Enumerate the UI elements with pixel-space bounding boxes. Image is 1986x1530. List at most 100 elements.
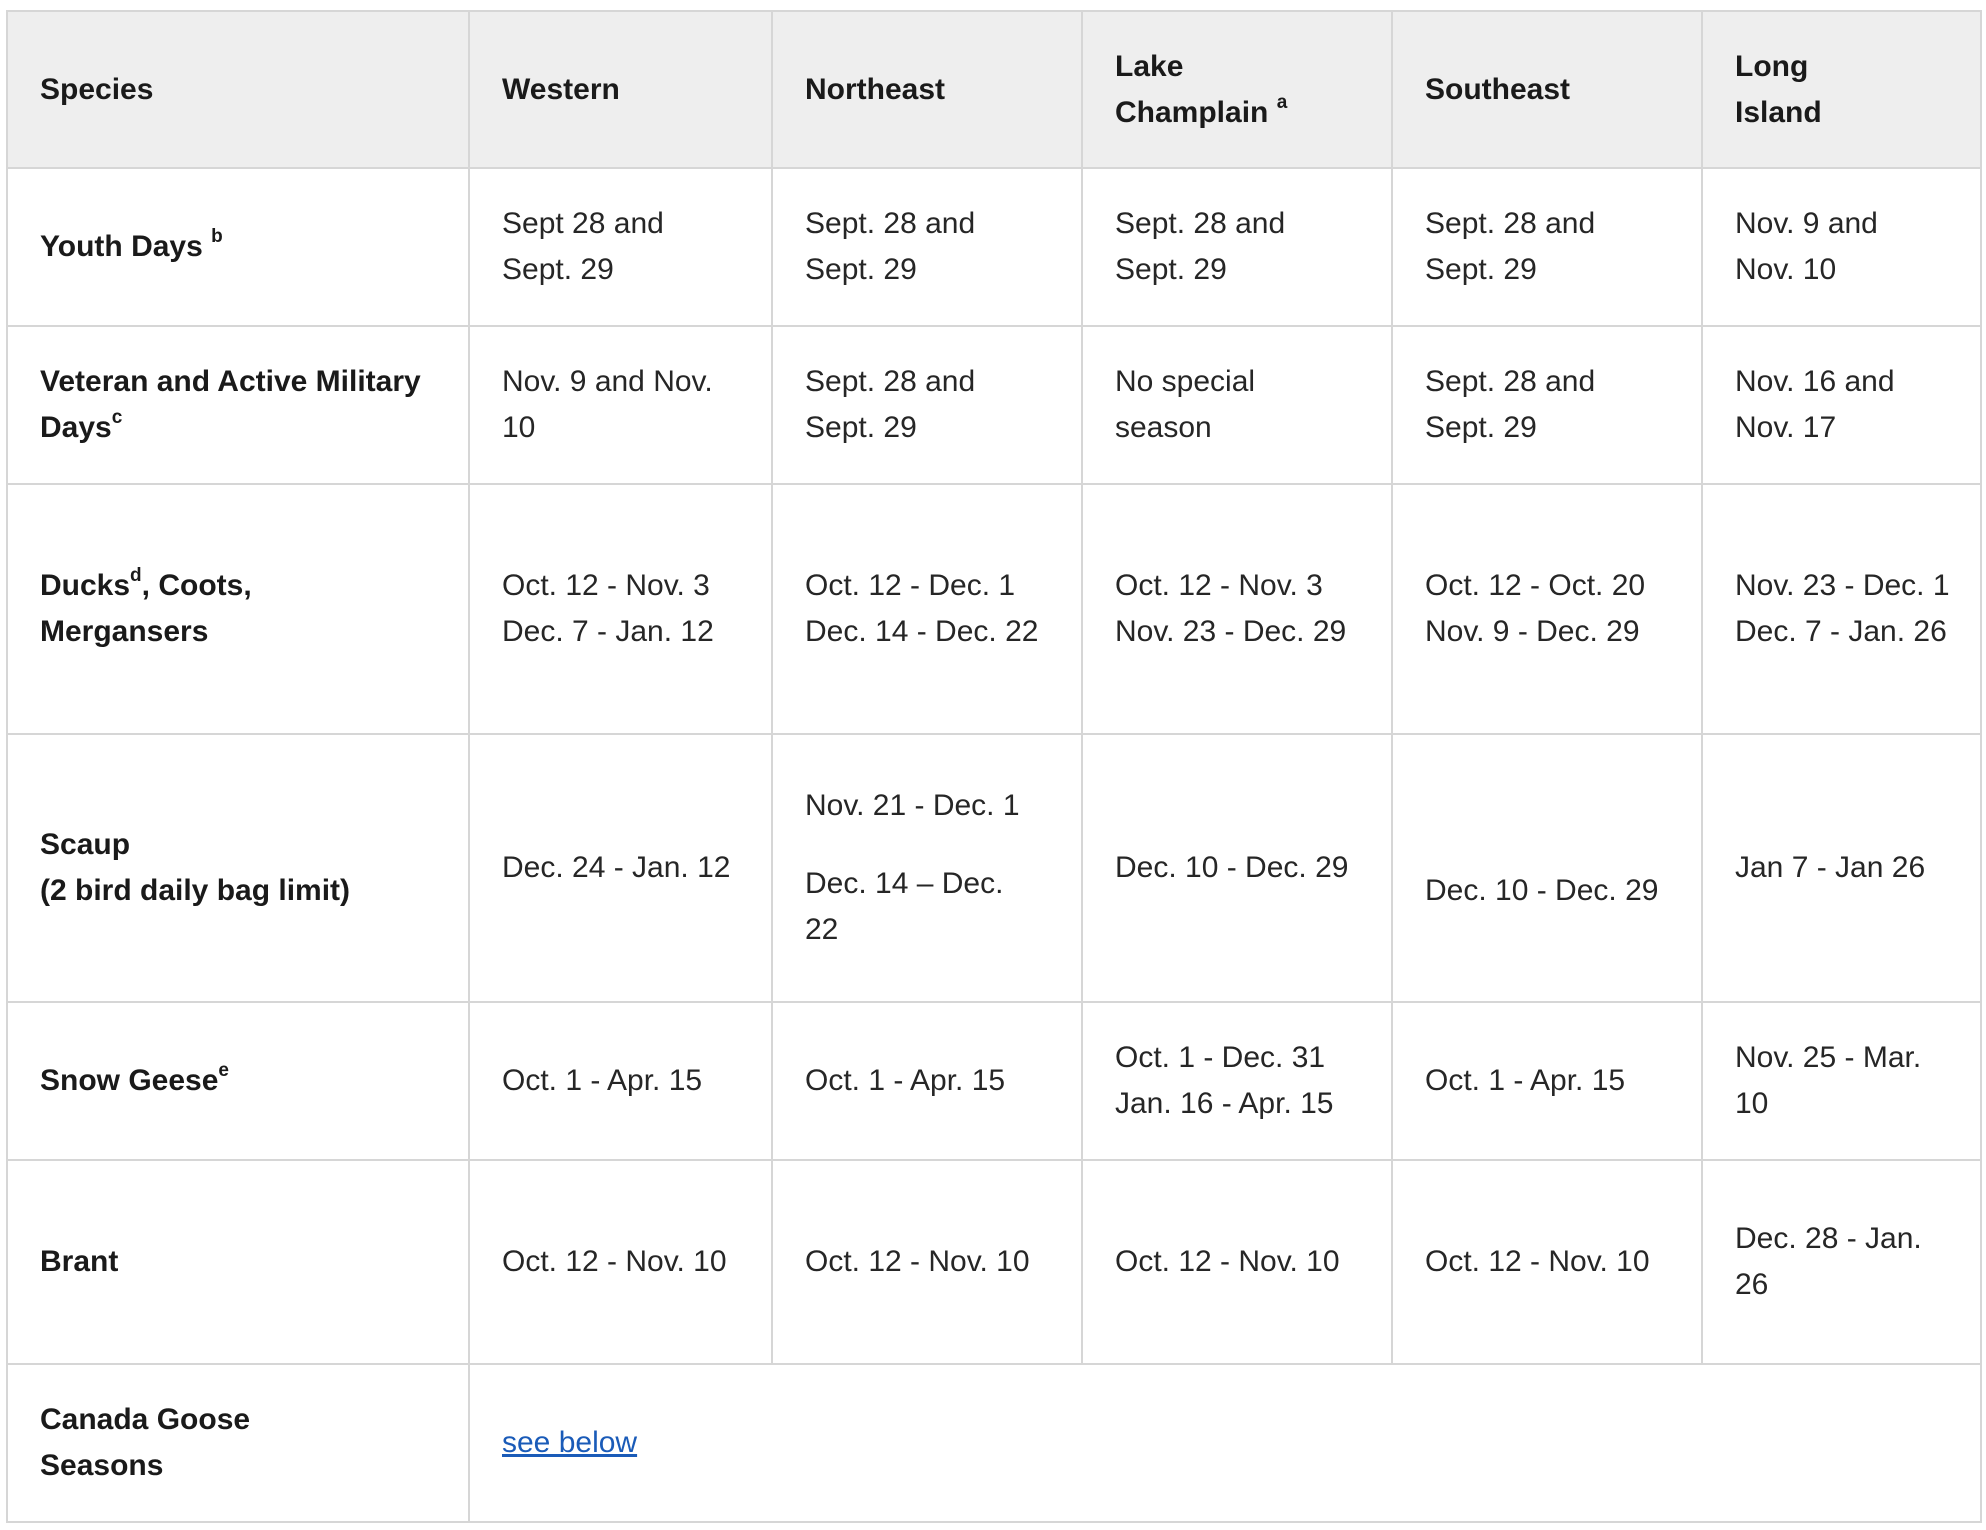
table-row-ducks-coots-mergansers: Ducksd, Coots, Mergansers Oct. 12 - Nov.… bbox=[6, 483, 1982, 735]
southeast-cell: Dec. 10 - Dec. 29 bbox=[1391, 733, 1703, 1003]
date-range: Nov. 9 and Nov. 10 bbox=[1735, 207, 1878, 286]
northeast-cell: Oct. 12 - Dec. 1 Dec. 14 - Dec. 22 bbox=[771, 483, 1083, 735]
long-island-cell: Nov. 9 and Nov. 10 bbox=[1701, 167, 1982, 327]
date-range: Oct. 12 - Nov. 10 bbox=[1425, 1245, 1650, 1278]
date-range: Oct. 12 - Nov. 10 bbox=[1115, 1245, 1340, 1278]
header-long-island-label: Long Island bbox=[1735, 49, 1822, 129]
date-range: Dec. 7 - Jan. 12 bbox=[502, 615, 714, 648]
footnote-marker: b bbox=[211, 226, 223, 247]
long-island-cell: Nov. 23 - Dec. 1 Dec. 7 - Jan. 26 bbox=[1701, 483, 1982, 735]
southeast-cell: Oct. 12 - Oct. 20 Nov. 9 - Dec. 29 bbox=[1391, 483, 1703, 735]
date-range: Oct. 12 - Nov. 10 bbox=[805, 1245, 1030, 1278]
species-label: Canada Goose Seasons bbox=[40, 1403, 251, 1482]
long-island-cell: Jan 7 - Jan 26 bbox=[1701, 733, 1982, 1003]
footnote-marker: c bbox=[111, 407, 123, 428]
date-range: Oct. 1 - Apr. 15 bbox=[502, 1064, 703, 1097]
date-range: Oct. 1 - Apr. 15 bbox=[1425, 1064, 1626, 1097]
header-species: Species bbox=[6, 10, 470, 169]
header-long-island: Long Island bbox=[1701, 10, 1982, 169]
species-cell: Veteran and Active Military Daysc bbox=[6, 325, 470, 485]
footnote-marker: d bbox=[130, 565, 142, 586]
header-lake-champlain-label: Lake Champlain bbox=[1115, 49, 1269, 129]
hunting-seasons-table-container: Species Western Northeast Lake Champlain… bbox=[6, 10, 1982, 1523]
long-island-cell: Nov. 16 and Nov. 17 bbox=[1701, 325, 1982, 485]
date-range: No special season bbox=[1115, 365, 1256, 444]
date-range: Jan. 16 - Apr. 15 bbox=[1115, 1087, 1334, 1120]
long-island-cell: Dec. 28 - Jan. 26 bbox=[1701, 1159, 1982, 1365]
date-range: Oct. 12 - Nov. 10 bbox=[502, 1245, 727, 1278]
date-range: Nov. 16 and Nov. 17 bbox=[1735, 365, 1895, 444]
header-species-label: Species bbox=[40, 72, 154, 106]
lake-champlain-cell: Oct. 12 - Nov. 3 Nov. 23 - Dec. 29 bbox=[1081, 483, 1393, 735]
header-southeast-label: Southeast bbox=[1425, 72, 1571, 106]
species-label: Scaup bbox=[40, 828, 131, 861]
long-island-cell: Nov. 25 - Mar. 10 bbox=[1701, 1001, 1982, 1161]
lake-champlain-cell: Oct. 1 - Dec. 31 Jan. 16 - Apr. 15 bbox=[1081, 1001, 1393, 1161]
lake-champlain-cell: Sept. 28 and Sept. 29 bbox=[1081, 167, 1393, 327]
date-range: Nov. 21 - Dec. 1 bbox=[805, 789, 1020, 822]
date-range: Nov. 9 and Nov. 10 bbox=[502, 365, 713, 444]
header-southeast: Southeast bbox=[1391, 10, 1703, 169]
table-row-brant: Brant Oct. 12 - Nov. 10 Oct. 12 - Nov. 1… bbox=[6, 1159, 1982, 1365]
northeast-cell: Nov. 21 - Dec. 1 Dec. 14 – Dec. 22 bbox=[771, 733, 1083, 1003]
date-range: Sept. 28 and Sept. 29 bbox=[1115, 207, 1286, 286]
footnote-marker: e bbox=[218, 1060, 229, 1081]
western-cell: Sept 28 and Sept. 29 bbox=[468, 167, 773, 327]
header-western: Western bbox=[468, 10, 773, 169]
table-row-canada-goose-seasons: Canada Goose Seasons see below bbox=[6, 1363, 1982, 1523]
species-cell: Ducksd, Coots, Mergansers bbox=[6, 483, 470, 735]
date-range: Oct. 1 - Apr. 15 bbox=[805, 1064, 1006, 1097]
date-range: Nov. 9 - Dec. 29 bbox=[1425, 615, 1640, 648]
see-below-link[interactable]: see below bbox=[502, 1426, 637, 1459]
species-label: Veteran and Active Military Days bbox=[40, 365, 421, 444]
table-body: Youth Days b Sept 28 and Sept. 29 Sept. … bbox=[6, 167, 1982, 1523]
species-label: Brant bbox=[40, 1245, 119, 1278]
date-range: Sept. 28 and Sept. 29 bbox=[805, 365, 976, 444]
species-cell: Snow Geesee bbox=[6, 1001, 470, 1161]
southeast-cell: Sept. 28 and Sept. 29 bbox=[1391, 325, 1703, 485]
date-range: Sept 28 and Sept. 29 bbox=[502, 207, 664, 286]
header-western-label: Western bbox=[502, 72, 620, 106]
date-range: Oct. 12 - Oct. 20 bbox=[1425, 569, 1646, 602]
species-cell: Canada Goose Seasons bbox=[6, 1363, 470, 1523]
date-range: Sept. 28 and Sept. 29 bbox=[1425, 207, 1596, 286]
southeast-cell: Oct. 12 - Nov. 10 bbox=[1391, 1159, 1703, 1365]
lake-champlain-cell: Dec. 10 - Dec. 29 bbox=[1081, 733, 1393, 1003]
species-cell: Youth Days b bbox=[6, 167, 470, 327]
species-cell: Brant bbox=[6, 1159, 470, 1365]
northeast-cell: Sept. 28 and Sept. 29 bbox=[771, 325, 1083, 485]
date-range: Nov. 23 - Dec. 1 bbox=[1735, 569, 1950, 602]
date-range: Dec. 14 - Dec. 22 bbox=[805, 615, 1039, 648]
footnote-marker: a bbox=[1276, 91, 1288, 113]
date-range: Oct. 12 - Nov. 3 bbox=[502, 569, 710, 602]
western-cell: Dec. 24 - Jan. 12 bbox=[468, 733, 773, 1003]
date-range: Jan 7 - Jan 26 bbox=[1735, 851, 1926, 884]
see-below-cell: see below bbox=[468, 1363, 1982, 1523]
species-label: Youth Days bbox=[40, 230, 203, 263]
hunting-seasons-table: Species Western Northeast Lake Champlain… bbox=[6, 10, 1982, 1523]
species-label: Ducks bbox=[40, 569, 131, 602]
lake-champlain-cell: No special season bbox=[1081, 325, 1393, 485]
date-range: Dec. 10 - Dec. 29 bbox=[1425, 874, 1659, 907]
species-label: Snow Geese bbox=[40, 1064, 219, 1097]
header-lake-champlain: Lake Champlain a bbox=[1081, 10, 1393, 169]
table-header: Species Western Northeast Lake Champlain… bbox=[6, 10, 1982, 169]
southeast-cell: Sept. 28 and Sept. 29 bbox=[1391, 167, 1703, 327]
date-range: Dec. 28 - Jan. 26 bbox=[1735, 1222, 1922, 1301]
southeast-cell: Oct. 1 - Apr. 15 bbox=[1391, 1001, 1703, 1161]
western-cell: Oct. 12 - Nov. 3 Dec. 7 - Jan. 12 bbox=[468, 483, 773, 735]
date-range: Sept. 28 and Sept. 29 bbox=[805, 207, 976, 286]
bag-limit-note: (2 bird daily bag limit) bbox=[40, 874, 351, 907]
table-row-veteran-military-days: Veteran and Active Military Daysc Nov. 9… bbox=[6, 325, 1982, 485]
date-range: Oct. 12 - Nov. 3 bbox=[1115, 569, 1323, 602]
date-range: Oct. 12 - Dec. 1 bbox=[805, 569, 1016, 602]
date-range: Sept. 28 and Sept. 29 bbox=[1425, 365, 1596, 444]
date-range: Nov. 23 - Dec. 29 bbox=[1115, 615, 1347, 648]
lake-champlain-cell: Oct. 12 - Nov. 10 bbox=[1081, 1159, 1393, 1365]
western-cell: Oct. 12 - Nov. 10 bbox=[468, 1159, 773, 1365]
header-northeast-label: Northeast bbox=[805, 72, 946, 106]
header-row: Species Western Northeast Lake Champlain… bbox=[6, 10, 1982, 169]
date-range: Nov. 25 - Mar. 10 bbox=[1735, 1041, 1922, 1120]
header-northeast: Northeast bbox=[771, 10, 1083, 169]
